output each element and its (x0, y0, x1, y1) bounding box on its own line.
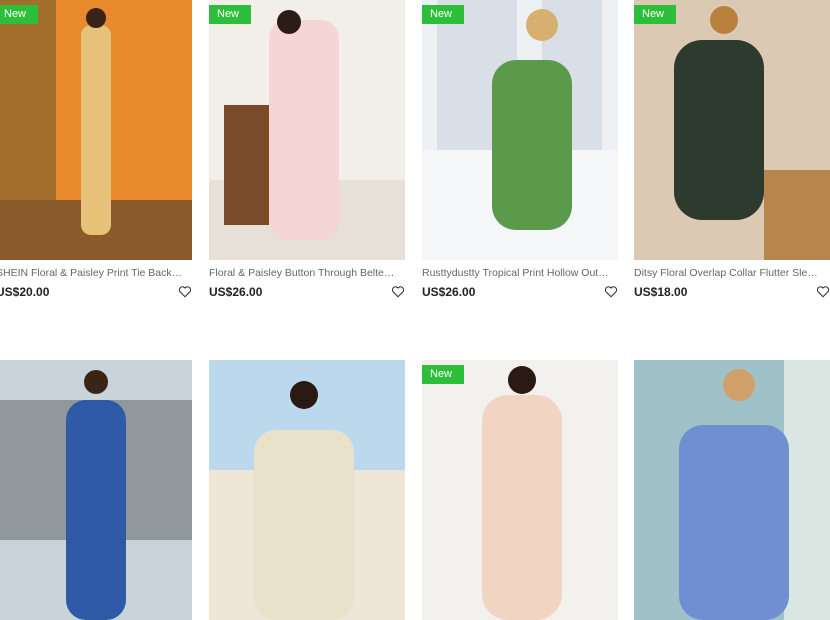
product-title[interactable]: Ditsy Floral Overlap Collar Flutter Slee… (634, 267, 822, 279)
new-badge: New (209, 5, 252, 24)
product-price: US$20.00 (0, 285, 50, 299)
product-title[interactable]: Rusttydustty Tropical Print Hollow Out C… (422, 267, 610, 279)
heart-icon[interactable] (604, 285, 618, 298)
product-image[interactable]: New (634, 0, 830, 260)
product-price: US$18.00 (634, 285, 688, 299)
product-image[interactable] (209, 360, 405, 620)
product-image[interactable] (0, 360, 192, 620)
product-title[interactable]: SHEIN Floral & Paisley Print Tie Backles… (0, 267, 184, 279)
product-image[interactable]: New (0, 0, 192, 260)
product-image[interactable] (634, 360, 830, 620)
new-badge: New (422, 5, 465, 24)
heart-icon[interactable] (816, 285, 830, 298)
product-card[interactable]: New Floral & Paisley Button Through Belt… (209, 0, 405, 299)
product-card[interactable]: New Ditsy Floral Overlap Collar Flutter … (634, 0, 830, 299)
product-card[interactable] (634, 360, 830, 620)
product-price: US$26.00 (422, 285, 476, 299)
product-image[interactable]: New (422, 360, 618, 620)
product-card[interactable] (0, 360, 192, 620)
product-card[interactable]: New Rusttydustty Tropical Print Hollow O… (422, 0, 618, 299)
new-badge: New (0, 5, 39, 24)
product-card[interactable]: New SHEIN Floral & Paisley Print Tie Bac… (0, 0, 192, 299)
heart-icon[interactable] (391, 285, 405, 298)
product-image[interactable]: New (422, 0, 618, 260)
heart-icon[interactable] (178, 285, 192, 298)
new-badge: New (422, 365, 465, 384)
product-title[interactable]: Floral & Paisley Button Through Belted S… (209, 267, 397, 279)
product-image[interactable]: New (209, 0, 405, 260)
product-card[interactable] (209, 360, 405, 620)
product-price: US$26.00 (209, 285, 263, 299)
product-card[interactable]: New (422, 360, 618, 620)
new-badge: New (634, 5, 677, 24)
